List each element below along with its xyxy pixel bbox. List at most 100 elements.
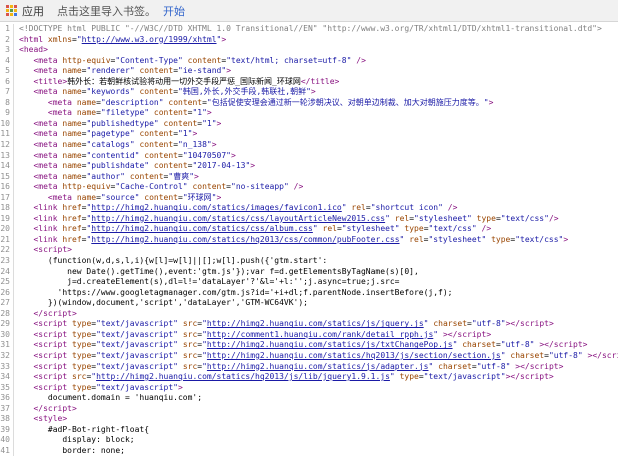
syntax-attribute: href bbox=[62, 213, 82, 223]
syntax-tag: > bbox=[563, 234, 569, 244]
syntax-tag: > bbox=[334, 76, 340, 86]
syntax-tag: > bbox=[488, 97, 494, 107]
syntax-attribute: name bbox=[62, 129, 82, 139]
syntax-value: " bbox=[341, 203, 347, 213]
syntax-value: " bbox=[423, 319, 429, 329]
syntax-tag: <meta bbox=[33, 55, 58, 65]
line-number: 13 bbox=[0, 150, 14, 162]
source-link[interactable]: http://himg2.huanqiu.com/statics/images/… bbox=[91, 203, 341, 212]
source-line-code: <script src="http://himg2.huanqiu.com/st… bbox=[33, 372, 554, 382]
syntax-value: "utf-8" bbox=[500, 340, 535, 350]
syntax-tag: <meta bbox=[33, 161, 58, 171]
source-line-code: document.domain = 'huanqiu.com'; bbox=[19, 393, 203, 403]
apps-shortcut-label: 应用 bbox=[22, 5, 44, 18]
syntax-attribute: type bbox=[476, 213, 496, 223]
syntax-attribute: rel bbox=[351, 203, 366, 213]
source-line-code: <script type="text/javascript"> bbox=[33, 382, 183, 392]
syntax-tag: </script bbox=[447, 329, 487, 339]
syntax-attribute: name bbox=[62, 171, 82, 181]
syntax-attribute: name bbox=[62, 150, 82, 160]
syntax-tag: <html bbox=[19, 34, 44, 44]
syntax-doctype: <!DOCTYPE html PUBLIC "-//W3C//DTD XHTML… bbox=[19, 24, 602, 33]
syntax-tag: > bbox=[177, 382, 183, 392]
line-number: 27 bbox=[0, 298, 14, 309]
syntax-value: "utf-8" bbox=[471, 319, 506, 329]
source-link[interactable]: http://www.w3.org/1999/xhtml bbox=[82, 35, 217, 44]
import-bookmarks-start-link[interactable]: 开始 bbox=[163, 3, 185, 19]
syntax-tag: > bbox=[206, 108, 212, 118]
bookmarks-bar: 应用 点击这里导入书签。 开始 bbox=[0, 0, 618, 22]
source-link[interactable]: http://himg2.huanqiu.com/statics/hq2013/… bbox=[96, 372, 390, 381]
syntax-value: "utf-8" bbox=[476, 361, 511, 371]
source-line: 16 <meta http-equiv="Cache-Control" cont… bbox=[0, 182, 618, 193]
source-link[interactable]: http://himg2.huanqiu.com/statics/js/adap… bbox=[207, 362, 429, 371]
syntax-attribute: content bbox=[153, 108, 188, 118]
syntax-value: " bbox=[452, 340, 458, 350]
line-number: 18 bbox=[0, 203, 14, 214]
line-number: 39 bbox=[0, 424, 14, 436]
syntax-value: "环球网" bbox=[182, 192, 217, 202]
syntax-value: "曹爽" bbox=[168, 171, 195, 181]
source-line-code: <meta name="publishdate" content="2017-0… bbox=[33, 161, 256, 171]
syntax-tag: </script bbox=[33, 308, 72, 318]
source-link[interactable]: http://himg2.huanqiu.com/statics/css/alb… bbox=[91, 224, 313, 233]
syntax-tag: <script bbox=[33, 361, 68, 371]
source-link[interactable]: http://himg2.huanqiu.com/statics/js/jque… bbox=[207, 319, 424, 328]
source-link[interactable]: http://himg2.huanqiu.com/statics/css/lay… bbox=[91, 214, 385, 223]
syntax-tag: > bbox=[216, 192, 222, 202]
syntax-attribute: src bbox=[182, 361, 198, 371]
source-link[interactable]: http://himg2.huanqiu.com/statics/hq2013/… bbox=[207, 351, 501, 360]
syntax-tag: <meta bbox=[47, 108, 72, 118]
source-link[interactable]: http://himg2.huanqiu.com/statics/js/txtC… bbox=[207, 340, 453, 349]
syntax-attribute: href bbox=[62, 224, 82, 234]
source-link[interactable]: http://himg2.huanqiu.com/statics/hq2013/… bbox=[91, 235, 399, 244]
syntax-attribute: type bbox=[72, 319, 92, 329]
line-number: 32 bbox=[0, 350, 14, 362]
line-number: 4 bbox=[0, 55, 14, 67]
syntax-attribute: content bbox=[144, 150, 178, 160]
source-line: 30 <script type="text/javascript" src="h… bbox=[0, 329, 618, 341]
source-line-code: <!DOCTYPE html PUBLIC "-//W3C//DTD XHTML… bbox=[19, 24, 618, 35]
syntax-attribute: src bbox=[182, 319, 198, 329]
syntax-tag: > bbox=[548, 372, 554, 382]
syntax-tag: > bbox=[548, 319, 554, 329]
syntax-value: "text/javascript" bbox=[96, 350, 178, 360]
source-line-code: <head> bbox=[19, 45, 618, 56]
source-line: 39 #adP-Bot-right-float{ bbox=[0, 424, 618, 436]
source-line: 38 <style> bbox=[0, 414, 618, 425]
source-line: 37 </script> bbox=[0, 403, 618, 415]
source-line: 36 document.domain = 'huanqiu.com'; bbox=[0, 393, 618, 404]
syntax-attribute: href bbox=[62, 203, 82, 213]
apps-shortcut-button[interactable]: 应用 bbox=[6, 3, 44, 19]
source-line: 7 <meta name="keywords" content="韩国,外长,外… bbox=[0, 87, 618, 98]
syntax-value: "pagetype" bbox=[86, 129, 135, 139]
syntax-tag: /> bbox=[548, 213, 559, 223]
syntax-attribute: type bbox=[399, 372, 419, 382]
source-line-code: 'https://www.googletagmanager.com/gtm.js… bbox=[19, 287, 453, 297]
source-line-code: <html xmlns="http://www.w3.org/1999/xhtm… bbox=[19, 34, 227, 44]
source-line-code: <script type="text/javascript" src="http… bbox=[33, 340, 588, 350]
source-link[interactable]: http://comment1.huanqiu.com/rank/detail_… bbox=[207, 330, 433, 339]
syntax-attribute: type bbox=[491, 234, 511, 244]
syntax-value: "ie-stand" bbox=[178, 66, 227, 76]
syntax-tag: <meta bbox=[33, 129, 58, 139]
source-line-code: j=d.createElement(s),dl=l!='dataLayer'?'… bbox=[19, 277, 400, 287]
syntax-tag: <meta bbox=[33, 140, 58, 150]
line-number: 1 bbox=[0, 24, 14, 35]
syntax-tag: </script bbox=[544, 340, 583, 350]
syntax-value: " bbox=[389, 372, 395, 382]
line-number: 29 bbox=[0, 319, 14, 330]
syntax-tag: <script bbox=[33, 372, 68, 382]
view-source-content: 1 <!DOCTYPE html PUBLIC "-//W3C//DTD XHTM… bbox=[0, 22, 618, 457]
syntax-attribute: content bbox=[144, 192, 178, 202]
syntax-attribute: charset bbox=[510, 350, 545, 360]
source-line-code: <script type="text/javascript" src="http… bbox=[33, 329, 492, 339]
syntax-tag: <meta bbox=[47, 192, 72, 202]
syntax-attribute: content bbox=[139, 129, 174, 139]
syntax-value: "text/css" bbox=[500, 213, 549, 223]
syntax-tag: <script bbox=[33, 350, 68, 360]
syntax-value: "1" bbox=[178, 129, 193, 139]
line-number: 16 bbox=[0, 182, 14, 193]
line-number: 30 bbox=[0, 329, 14, 341]
source-line-code: <meta name="description" content="包括促使安理… bbox=[47, 97, 494, 107]
